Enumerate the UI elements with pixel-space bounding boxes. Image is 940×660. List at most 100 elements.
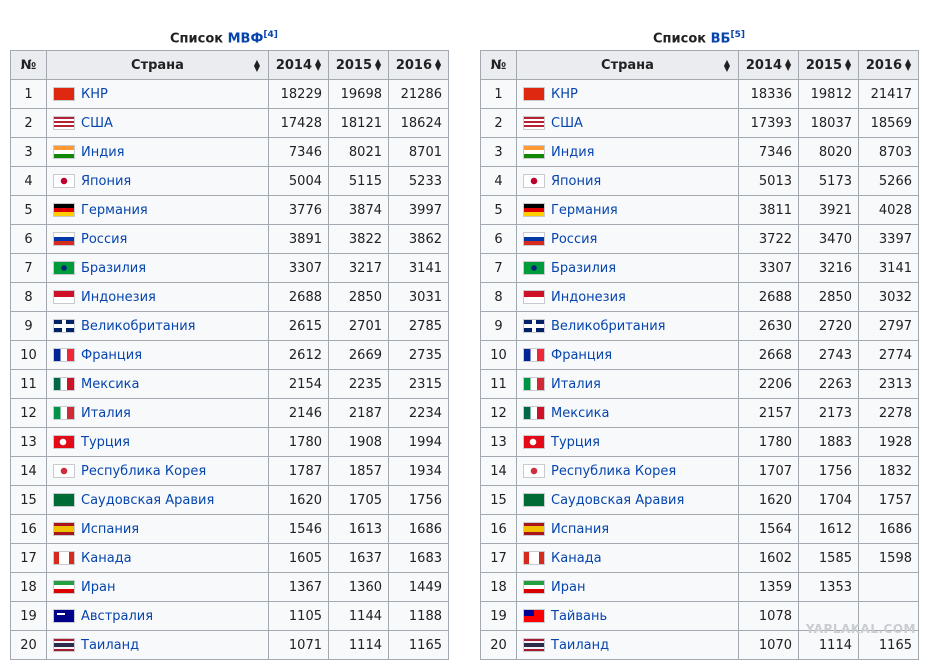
- country-link[interactable]: Индонезия: [551, 290, 626, 305]
- country-link[interactable]: Иран: [551, 580, 585, 595]
- column-header-country[interactable]: Страна ▲ ▼: [516, 50, 739, 80]
- flag-au-icon: [53, 609, 75, 623]
- rank-cell: 16: [480, 514, 517, 544]
- table-row: 17 Канада 1605 1637 1683: [10, 543, 449, 573]
- gdp-value-cell: 1857: [328, 456, 389, 486]
- country-link[interactable]: Канада: [81, 551, 132, 566]
- caption-ref-imf[interactable]: [4]: [263, 30, 278, 40]
- country-link[interactable]: Италия: [551, 377, 601, 392]
- column-header-label: №: [490, 57, 507, 73]
- sort-arrows-icon[interactable]: ▲ ▼: [724, 59, 730, 73]
- country-link[interactable]: Саудовская Аравия: [81, 493, 214, 508]
- table-caption-imf: Список МВФ[4]: [170, 30, 278, 46]
- table-row: 3 Индия 7346 8020 8703: [480, 137, 919, 167]
- sort-arrows-icon[interactable]: ▲ ▼: [845, 58, 851, 72]
- gdp-value-cell: 3822: [328, 224, 389, 254]
- country-link[interactable]: Тайвань: [551, 609, 607, 624]
- table-row: 14 Республика Корея 1707 1756 1832: [480, 456, 919, 486]
- column-header-year[interactable]: 2016 ▲ ▼: [388, 50, 449, 80]
- country-link[interactable]: США: [551, 116, 583, 131]
- country-link[interactable]: Франция: [551, 348, 612, 363]
- country-link[interactable]: Республика Корея: [551, 464, 676, 479]
- gdp-value-cell: 2187: [328, 398, 389, 428]
- country-link[interactable]: Франция: [81, 348, 142, 363]
- country-link[interactable]: Великобритания: [551, 319, 666, 334]
- table-row: 6 Россия 3891 3822 3862: [10, 224, 449, 254]
- gdp-value-cell: 2278: [858, 398, 919, 428]
- column-header-country[interactable]: Страна ▲ ▼: [46, 50, 269, 80]
- gdp-value-cell: 5004: [268, 166, 329, 196]
- rank-cell: 10: [480, 340, 517, 370]
- gdp-value-cell: 1883: [798, 427, 859, 457]
- column-header-rank[interactable]: №: [480, 50, 517, 80]
- sort-arrows-icon[interactable]: ▲ ▼: [375, 58, 381, 72]
- country-cell: Индия: [46, 137, 269, 167]
- country-link[interactable]: Саудовская Аравия: [551, 493, 684, 508]
- country-link[interactable]: Япония: [81, 174, 131, 189]
- gdp-value-cell: 3997: [388, 195, 449, 225]
- country-cell: Иран: [46, 572, 269, 602]
- country-link[interactable]: США: [81, 116, 113, 131]
- country-link[interactable]: Испания: [81, 522, 139, 537]
- column-header-label: 2014: [745, 57, 783, 73]
- column-header-year[interactable]: 2016 ▲ ▼: [858, 50, 919, 80]
- column-header-year[interactable]: 2014 ▲ ▼: [268, 50, 329, 80]
- country-link[interactable]: Япония: [551, 174, 601, 189]
- flag-ir-icon: [53, 580, 75, 594]
- gdp-value-cell: 2797: [858, 311, 919, 341]
- country-cell: Россия: [516, 224, 739, 254]
- country-link[interactable]: Россия: [81, 232, 127, 247]
- country-link[interactable]: Мексика: [551, 406, 609, 421]
- country-link[interactable]: Республика Корея: [81, 464, 206, 479]
- rank-cell: 17: [10, 543, 47, 573]
- caption-prefix: Список: [170, 31, 224, 47]
- country-link[interactable]: Индия: [81, 145, 124, 160]
- caption-link-imf[interactable]: МВФ: [228, 31, 264, 46]
- country-link[interactable]: Таиланд: [81, 638, 139, 653]
- sort-arrows-icon[interactable]: ▲ ▼: [435, 58, 441, 72]
- country-link[interactable]: Индия: [551, 145, 594, 160]
- gdp-value-cell: 3891: [268, 224, 329, 254]
- rank-cell: 15: [10, 485, 47, 515]
- country-cell: Италия: [46, 398, 269, 428]
- country-link[interactable]: Таиланд: [551, 638, 609, 653]
- column-header-year[interactable]: 2015 ▲ ▼: [798, 50, 859, 80]
- sort-arrows-icon[interactable]: ▲ ▼: [785, 58, 791, 72]
- country-link[interactable]: Турция: [81, 435, 130, 450]
- flag-br-icon: [523, 261, 545, 275]
- country-link[interactable]: Австралия: [81, 609, 153, 624]
- country-link[interactable]: Турция: [551, 435, 600, 450]
- country-link[interactable]: Иран: [81, 580, 115, 595]
- country-link[interactable]: Бразилия: [81, 261, 146, 276]
- sort-arrows-icon[interactable]: ▲ ▼: [315, 58, 321, 72]
- table-row: 1 КНР 18336 19812 21417: [480, 79, 919, 109]
- flag-tw-icon: [523, 609, 545, 623]
- country-link[interactable]: Италия: [81, 406, 131, 421]
- column-header-rank[interactable]: №: [10, 50, 47, 80]
- country-link[interactable]: Канада: [551, 551, 602, 566]
- country-link[interactable]: Мексика: [81, 377, 139, 392]
- country-link[interactable]: Россия: [551, 232, 597, 247]
- column-header-year[interactable]: 2014 ▲ ▼: [738, 50, 799, 80]
- country-link[interactable]: Германия: [551, 203, 618, 218]
- country-link[interactable]: Бразилия: [551, 261, 616, 276]
- sort-arrows-icon[interactable]: ▲ ▼: [905, 58, 911, 72]
- table-row: 14 Республика Корея 1787 1857 1934: [10, 456, 449, 486]
- country-link[interactable]: КНР: [81, 87, 108, 102]
- flag-es-icon: [53, 522, 75, 536]
- country-link[interactable]: Индонезия: [81, 290, 156, 305]
- gdp-value-cell: [858, 572, 919, 602]
- country-link[interactable]: Германия: [81, 203, 148, 218]
- country-link[interactable]: Испания: [551, 522, 609, 537]
- caption-link-wb[interactable]: ВБ: [711, 31, 731, 46]
- sort-arrows-icon[interactable]: ▲ ▼: [254, 59, 260, 73]
- caption-ref-wb[interactable]: [5]: [730, 30, 745, 40]
- country-link[interactable]: Великобритания: [81, 319, 196, 334]
- rank-cell: 19: [480, 601, 517, 631]
- table-row: 2 США 17428 18121 18624: [10, 108, 449, 138]
- country-link[interactable]: КНР: [551, 87, 578, 102]
- gdp-value-cell: 21286: [388, 79, 449, 109]
- table-row: 7 Бразилия 3307 3217 3141: [10, 253, 449, 283]
- column-header-year[interactable]: 2015 ▲ ▼: [328, 50, 389, 80]
- rank-cell: 11: [10, 369, 47, 399]
